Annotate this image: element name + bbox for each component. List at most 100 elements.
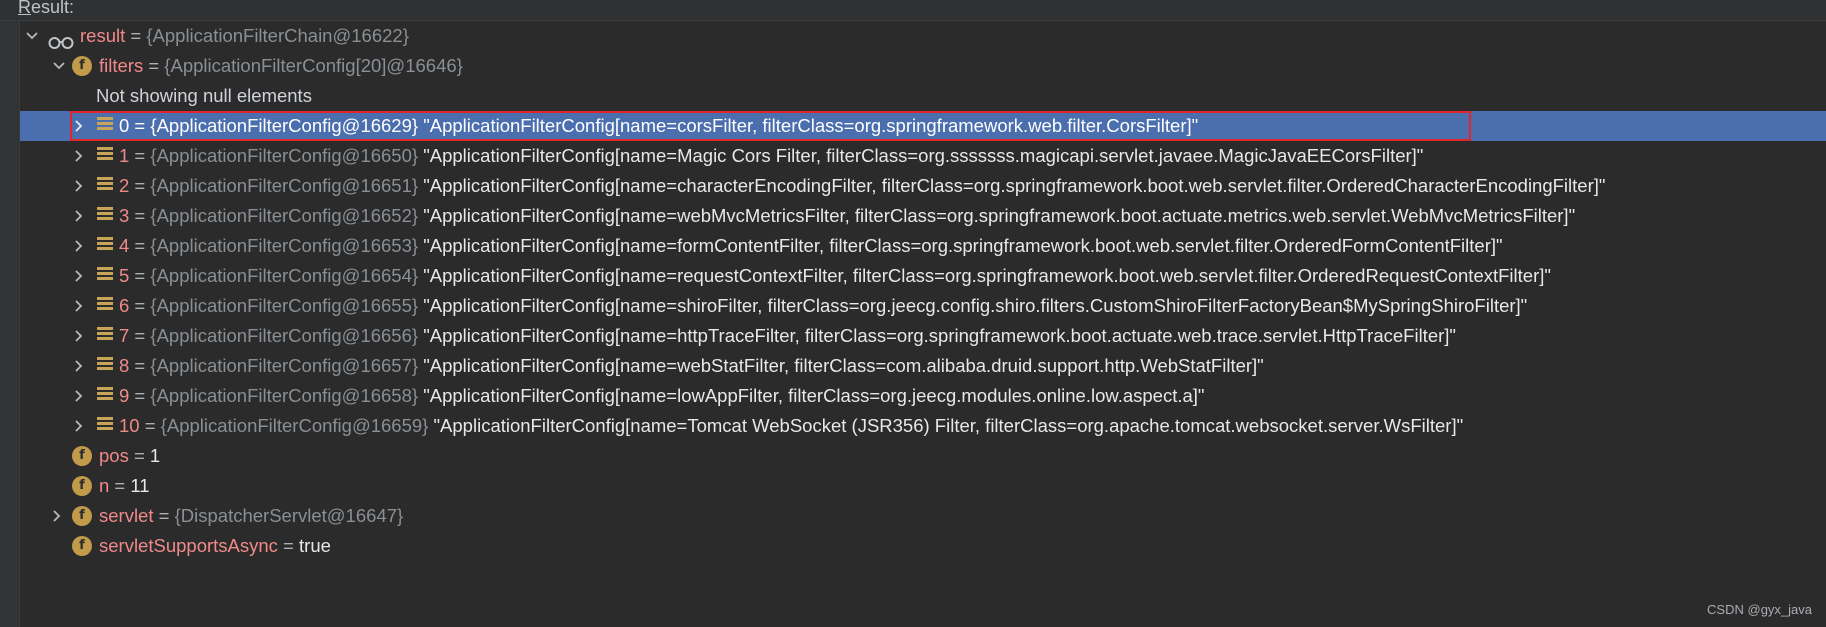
item-value-string: "ApplicationFilterConfig[name=Tomcat Web…	[433, 415, 1464, 436]
filter-item-text: 6 = {ApplicationFilterConfig@16655} "App…	[119, 291, 1527, 321]
field-icon: f	[72, 446, 92, 466]
array-element-icon	[97, 267, 117, 287]
chevron-right-icon[interactable]	[50, 501, 64, 531]
chevron-right-icon[interactable]	[72, 171, 86, 201]
chevron-right-icon[interactable]	[72, 231, 86, 261]
result-label: Result:	[18, 0, 74, 18]
array-element-icon	[97, 297, 117, 317]
array-element-icon	[97, 357, 117, 377]
chevron-right-icon[interactable]	[72, 201, 86, 231]
item-index: 4	[119, 235, 130, 256]
tree-row-pos[interactable]: f pos = 1	[20, 441, 1826, 471]
filters-text: filters = {ApplicationFilterConfig[20]@1…	[99, 51, 463, 81]
equals-sign: =	[129, 235, 151, 256]
item-index: 6	[119, 295, 130, 316]
filter-item-text: 5 = {ApplicationFilterConfig@16654} "App…	[119, 261, 1551, 291]
watermark: CSDN @gyx_java	[1707, 602, 1812, 617]
array-element-icon	[97, 237, 117, 257]
array-element-icon	[97, 327, 117, 347]
equals-sign: =	[109, 475, 131, 496]
variable-value: true	[299, 535, 331, 556]
result-header: Result:	[0, 0, 1826, 21]
tree-row-filter-item[interactable]: 5 = {ApplicationFilterConfig@16654} "App…	[20, 261, 1826, 291]
tree-row-servlet[interactable]: f servlet = {DispatcherServlet@16647}	[20, 501, 1826, 531]
watch-glasses-icon	[48, 29, 74, 49]
equals-sign: =	[129, 325, 151, 346]
tree-row-filter-item[interactable]: 0 = {ApplicationFilterConfig@16629} "App…	[20, 111, 1826, 141]
tree-row-filter-item[interactable]: 4 = {ApplicationFilterConfig@16653} "App…	[20, 231, 1826, 261]
tree-row-filter-item[interactable]: 8 = {ApplicationFilterConfig@16657} "App…	[20, 351, 1826, 381]
equals-sign: =	[129, 145, 151, 166]
tree-row-info: Not showing null elements	[20, 81, 1826, 111]
tree-row-filter-item[interactable]: 9 = {ApplicationFilterConfig@16658} "App…	[20, 381, 1826, 411]
chevron-down-icon[interactable]	[52, 51, 66, 81]
pos-text: pos = 1	[99, 441, 160, 471]
tree-row-filter-item[interactable]: 1 = {ApplicationFilterConfig@16650} "App…	[20, 141, 1826, 171]
item-type: {ApplicationFilterConfig@16629}	[150, 115, 419, 136]
item-value: "ApplicationFilterConfig[name=lowAppFilt…	[418, 385, 1204, 406]
tree-row-filter-item[interactable]: 3 = {ApplicationFilterConfig@16652} "App…	[20, 201, 1826, 231]
chevron-right-icon[interactable]	[72, 411, 86, 441]
chevron-right-icon[interactable]	[72, 381, 86, 411]
equals-sign: =	[125, 25, 147, 46]
item-index: 1	[119, 145, 130, 166]
item-index: 8	[119, 355, 130, 376]
left-gutter	[0, 21, 20, 627]
chevron-right-icon[interactable]	[72, 111, 86, 141]
tree-row-filter-item[interactable]: 7 = {ApplicationFilterConfig@16656} "App…	[20, 321, 1826, 351]
tree-row-n[interactable]: f n = 11	[20, 471, 1826, 501]
servlet-text: servlet = {DispatcherServlet@16647}	[99, 501, 403, 531]
filter-item-text: 4 = {ApplicationFilterConfig@16653} "App…	[119, 231, 1503, 261]
field-icon: f	[72, 506, 92, 526]
filter-item-text: 7 = {ApplicationFilterConfig@16656} "App…	[119, 321, 1456, 351]
item-value-string: "ApplicationFilterConfig[name=lowAppFilt…	[423, 385, 1205, 406]
variable-type: {ApplicationFilterConfig[20]@16646}	[164, 55, 463, 76]
n-text: n = 11	[99, 471, 150, 501]
tree-row-result[interactable]: result = {ApplicationFilterChain@16622}	[20, 21, 1826, 51]
filter-item-text: 8 = {ApplicationFilterConfig@16657} "App…	[119, 351, 1264, 381]
item-value-string: "ApplicationFilterConfig[name=requestCon…	[423, 265, 1551, 286]
equals-sign: =	[129, 265, 151, 286]
variable-value: 11	[130, 475, 150, 496]
null-elements-info: Not showing null elements	[96, 85, 312, 106]
equals-sign: =	[129, 175, 151, 196]
chevron-down-icon[interactable]	[25, 21, 39, 51]
chevron-right-icon[interactable]	[72, 351, 86, 381]
array-element-icon	[97, 207, 117, 227]
tree-row-filter-item[interactable]: 10 = {ApplicationFilterConfig@16659} "Ap…	[20, 411, 1826, 441]
filter-items-list: 0 = {ApplicationFilterConfig@16629} "App…	[20, 111, 1826, 441]
equals-sign: =	[143, 55, 165, 76]
chevron-right-icon[interactable]	[72, 321, 86, 351]
filter-item-text: 10 = {ApplicationFilterConfig@16659} "Ap…	[119, 411, 1463, 441]
item-value: "ApplicationFilterConfig[name=formConten…	[418, 235, 1502, 256]
tree-row-filter-item[interactable]: 6 = {ApplicationFilterConfig@16655} "App…	[20, 291, 1826, 321]
tree-row-servlet-supports-async[interactable]: f servletSupportsAsync = true	[20, 531, 1826, 561]
item-value-string: "ApplicationFilterConfig[name=characterE…	[423, 175, 1606, 196]
item-value-string: "ApplicationFilterConfig[name=shiroFilte…	[423, 295, 1528, 316]
chevron-right-icon[interactable]	[72, 261, 86, 291]
item-type: {ApplicationFilterConfig@16657}	[150, 355, 419, 376]
variables-tree[interactable]: result = {ApplicationFilterChain@16622} …	[20, 21, 1826, 561]
variable-name: servletSupportsAsync	[99, 535, 278, 556]
item-index: 5	[119, 265, 130, 286]
item-index: 10	[119, 415, 140, 436]
variable-name: pos	[99, 445, 129, 466]
tree-row-filters[interactable]: f filters = {ApplicationFilterConfig[20]…	[20, 51, 1826, 81]
item-value-string: "ApplicationFilterConfig[name=webStatFil…	[423, 355, 1264, 376]
tree-row-filter-item[interactable]: 2 = {ApplicationFilterConfig@16651} "App…	[20, 171, 1826, 201]
chevron-right-icon[interactable]	[72, 291, 86, 321]
equals-sign: =	[128, 445, 150, 466]
equals-sign: =	[277, 535, 300, 556]
variable-name: servlet	[99, 505, 154, 526]
item-type: {ApplicationFilterConfig@16656}	[150, 325, 419, 346]
equals-sign: =	[129, 295, 151, 316]
chevron-right-icon[interactable]	[72, 141, 86, 171]
item-type: {ApplicationFilterConfig@16658}	[150, 385, 419, 406]
item-type: {ApplicationFilterConfig@16652}	[150, 205, 419, 226]
item-type: {ApplicationFilterConfig@16655}	[150, 295, 419, 316]
equals-sign: =	[129, 385, 151, 406]
variable-type: {ApplicationFilterChain@16622}	[146, 25, 409, 46]
filter-item-text: 1 = {ApplicationFilterConfig@16650} "App…	[119, 141, 1423, 171]
servlet-supports-async-text: servletSupportsAsync = true	[99, 531, 331, 561]
equals-sign: =	[129, 115, 151, 136]
